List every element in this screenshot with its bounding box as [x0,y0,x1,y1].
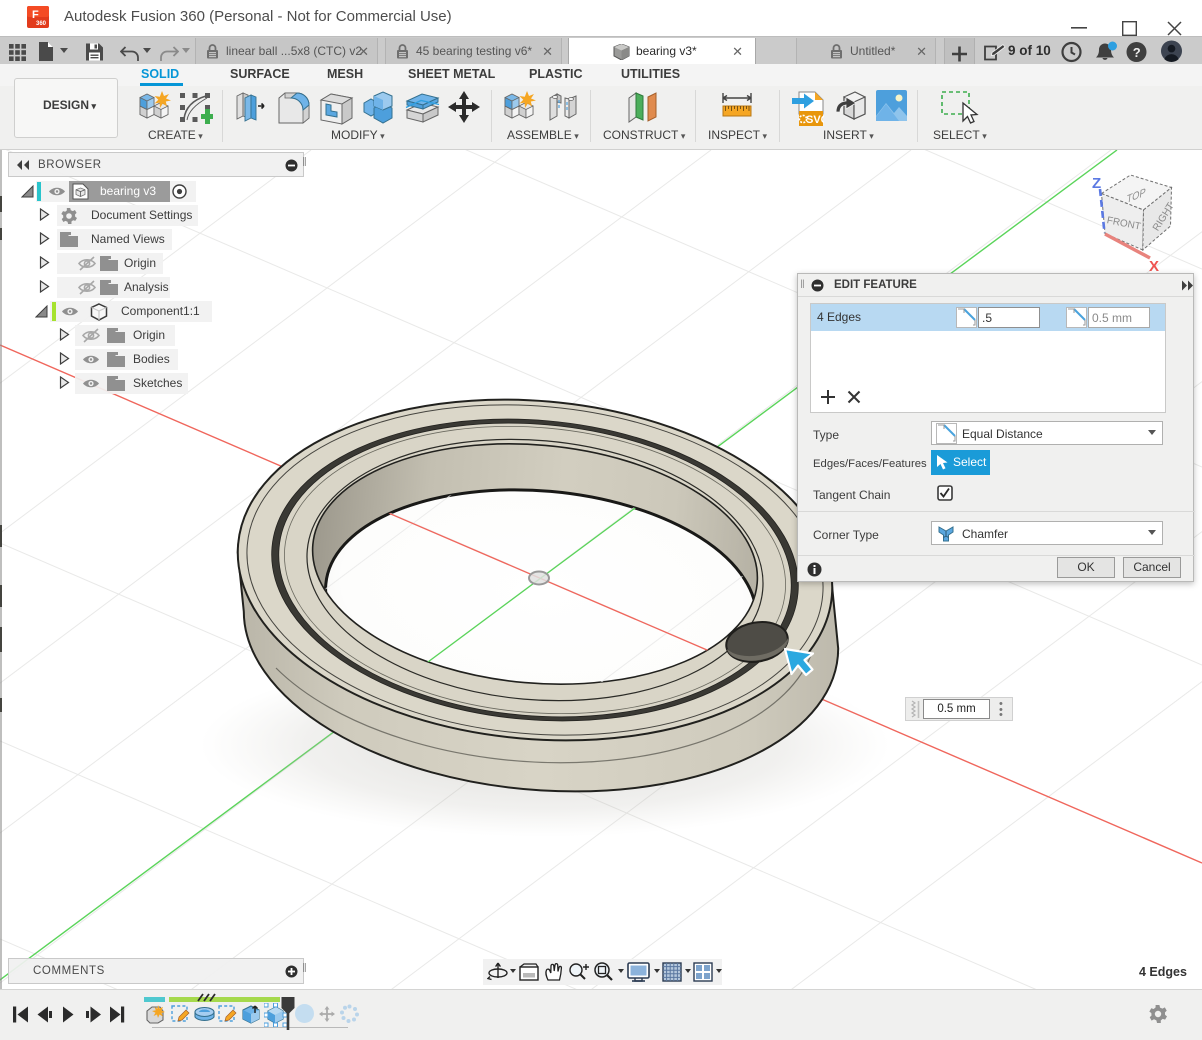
svg-text:?: ? [1133,45,1141,60]
svg-text:Z: Z [1092,175,1101,192]
svg-text:F: F [32,9,39,21]
svg-text:360: 360 [36,21,47,27]
svg-text:SVG: SVG [806,114,824,126]
